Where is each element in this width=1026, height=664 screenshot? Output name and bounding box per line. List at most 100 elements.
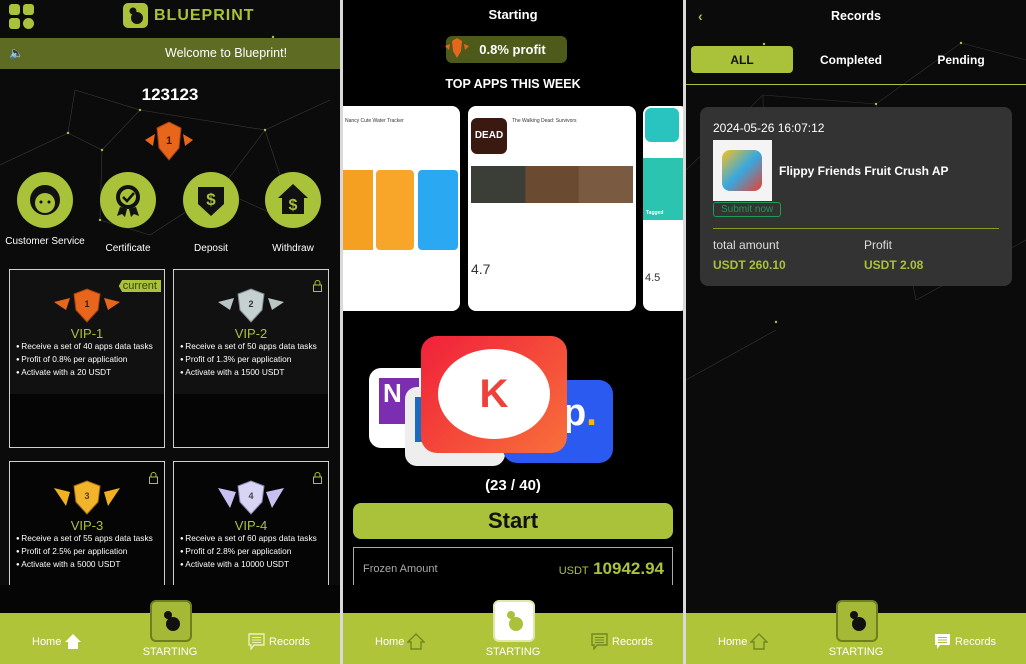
app-screenshot-1[interactable]: Nancy Cute Water Tracker xyxy=(343,106,460,311)
svg-text:1: 1 xyxy=(84,299,89,309)
app-title: Tagged xyxy=(646,210,664,216)
record-card: 2024-05-26 16:07:12 Flippy Friends Fruit… xyxy=(700,107,1012,286)
vip-feature: Profit of 2.5% per application xyxy=(16,546,164,559)
username: 123123 xyxy=(141,85,199,104)
vip-feature: Profit of 2.8% per application xyxy=(180,546,328,559)
profit-label: Profit xyxy=(864,238,893,252)
bottom-nav: Home STARTING Records xyxy=(0,600,340,664)
tab-completed[interactable]: Completed xyxy=(801,46,901,73)
page-title: Records xyxy=(830,9,882,23)
bottom-nav: Home STARTING Records xyxy=(686,600,1026,664)
total-label: total amount xyxy=(713,238,780,252)
starting-screen: Starting 0.8% profit TOP APPS THIS WEEK … xyxy=(343,0,683,664)
withdraw-button[interactable]: $ xyxy=(265,172,321,228)
vip1-badge-icon: 1 xyxy=(54,288,120,323)
nav-starting[interactable] xyxy=(836,600,878,642)
kinemaster-app-icon: K xyxy=(421,336,567,453)
svg-text:2: 2 xyxy=(248,299,253,309)
nav-records[interactable]: Records xyxy=(591,633,653,650)
marquee-banner: 🔈 Welcome to Blueprint! xyxy=(0,38,340,69)
vip-feature: Activate with a 1500 USDT xyxy=(180,367,328,380)
deposit-icon: $ xyxy=(198,187,224,216)
withdraw-label: Withdraw xyxy=(272,243,314,254)
vip-feature: Receive a set of 60 apps data tasks xyxy=(180,533,328,546)
vip-card-2[interactable]: 2 VIP-2 Receive a set of 50 apps data ta… xyxy=(173,269,329,448)
home-screen: BLUEPRINT 🔈 Welcome to Blueprint! 123123… xyxy=(0,0,340,664)
customer-service-button[interactable] xyxy=(17,172,73,228)
tab-all[interactable]: ALL xyxy=(691,46,793,73)
app-screenshot-2[interactable]: DEAD The Walking Dead: Survivors 4.7 xyxy=(468,106,636,311)
blueprint-logo-icon xyxy=(507,611,523,631)
vip-feature: Activate with a 10000 USDT xyxy=(180,559,328,572)
vip1-badge-icon xyxy=(445,38,469,58)
vip-feature: Activate with a 20 USDT xyxy=(16,367,164,380)
menu-grid-icon[interactable] xyxy=(9,4,35,35)
vip-feature: Profit of 0.8% per application xyxy=(16,354,164,367)
certificate-label: Certificate xyxy=(105,243,151,254)
total-value: USDT 260.10 xyxy=(713,258,786,272)
blueprint-logo-icon xyxy=(164,611,180,631)
speaker-icon: 🔈 xyxy=(9,46,24,60)
vip-feature: Profit of 1.3% per application xyxy=(180,354,328,367)
vip-name: VIP-4 xyxy=(234,518,268,533)
lock-icon xyxy=(149,472,158,484)
customer-service-label: Customer Service xyxy=(5,236,85,247)
records-icon xyxy=(591,633,608,650)
nav-starting[interactable] xyxy=(493,600,535,642)
certificate-icon xyxy=(116,185,140,217)
certificate-button[interactable] xyxy=(100,172,156,228)
vip-feature: Receive a set of 55 apps data tasks xyxy=(16,533,164,546)
nav-records[interactable]: Records xyxy=(248,633,310,650)
customer-service-icon xyxy=(30,185,60,215)
bottom-nav: Home STARTING Records xyxy=(343,600,683,664)
nav-records[interactable]: Records xyxy=(934,633,996,650)
vip-name: VIP-1 xyxy=(70,326,104,341)
nav-records-label: Records xyxy=(269,635,310,648)
frozen-amount-box: Frozen Amount USDT 10942.94 xyxy=(353,547,673,587)
tab-divider xyxy=(686,84,1026,85)
vip2-badge-icon: 2 xyxy=(218,288,284,323)
deposit-button[interactable]: $ xyxy=(183,172,239,228)
marquee-text: Welcome to Blueprint! xyxy=(165,46,288,60)
app-title: The Walking Dead: Survivors xyxy=(512,118,577,124)
svg-text:1: 1 xyxy=(166,135,172,147)
vip1-badge-icon: 1 xyxy=(145,121,193,161)
frozen-unit: USDT xyxy=(558,565,589,577)
withdraw-icon: $ xyxy=(278,184,308,214)
blueprint-logo-icon xyxy=(123,3,148,28)
vip-feature: Receive a set of 40 apps data tasks xyxy=(16,341,164,354)
app-thumbnail xyxy=(713,140,772,201)
task-progress: (23 / 40) xyxy=(485,477,541,494)
submit-now-button[interactable]: Submit now xyxy=(713,202,782,217)
profit-value: USDT 2.08 xyxy=(864,258,924,272)
page-title: Starting xyxy=(488,7,538,22)
frozen-label: Frozen Amount xyxy=(363,563,438,575)
records-screen: ‹ Records ALL Completed Pending 2024-05-… xyxy=(686,0,1026,664)
vip-card-1[interactable]: current 1 VIP-1 Receive a set of 40 apps… xyxy=(9,269,165,448)
record-time: 2024-05-26 16:07:12 xyxy=(713,121,825,135)
app-title: Nancy Cute Water Tracker xyxy=(345,118,404,124)
section-title: TOP APPS THIS WEEK xyxy=(445,77,581,91)
tab-pending[interactable]: Pending xyxy=(911,46,1011,73)
app-rating: 4.7 xyxy=(471,261,491,277)
deposit-label: Deposit xyxy=(194,243,228,254)
app-screenshot-3[interactable]: Tagged 4.5 xyxy=(643,106,683,311)
brand-logo: BLUEPRINT xyxy=(123,3,255,28)
vip-name: VIP-2 xyxy=(234,326,268,341)
profit-badge: 0.8% profit xyxy=(445,36,567,63)
records-icon xyxy=(935,634,951,649)
vip4-badge-icon: 4 xyxy=(218,480,284,515)
vip-feature: Activate with a 5000 USDT xyxy=(16,559,164,572)
network-background xyxy=(686,41,1026,381)
svg-text:$: $ xyxy=(289,197,298,214)
app-name: Flippy Friends Fruit Crush AP xyxy=(779,164,949,178)
lock-icon xyxy=(313,472,322,484)
brand-name: BLUEPRINT xyxy=(154,6,255,24)
vip-name: VIP-3 xyxy=(70,518,104,533)
start-button[interactable]: Start xyxy=(353,503,673,539)
nav-starting[interactable] xyxy=(150,600,192,642)
nav-records-label: Records xyxy=(612,635,653,648)
blueprint-logo-icon xyxy=(850,611,866,631)
frozen-value: 10942.94 xyxy=(593,559,664,578)
card-divider xyxy=(713,228,999,229)
